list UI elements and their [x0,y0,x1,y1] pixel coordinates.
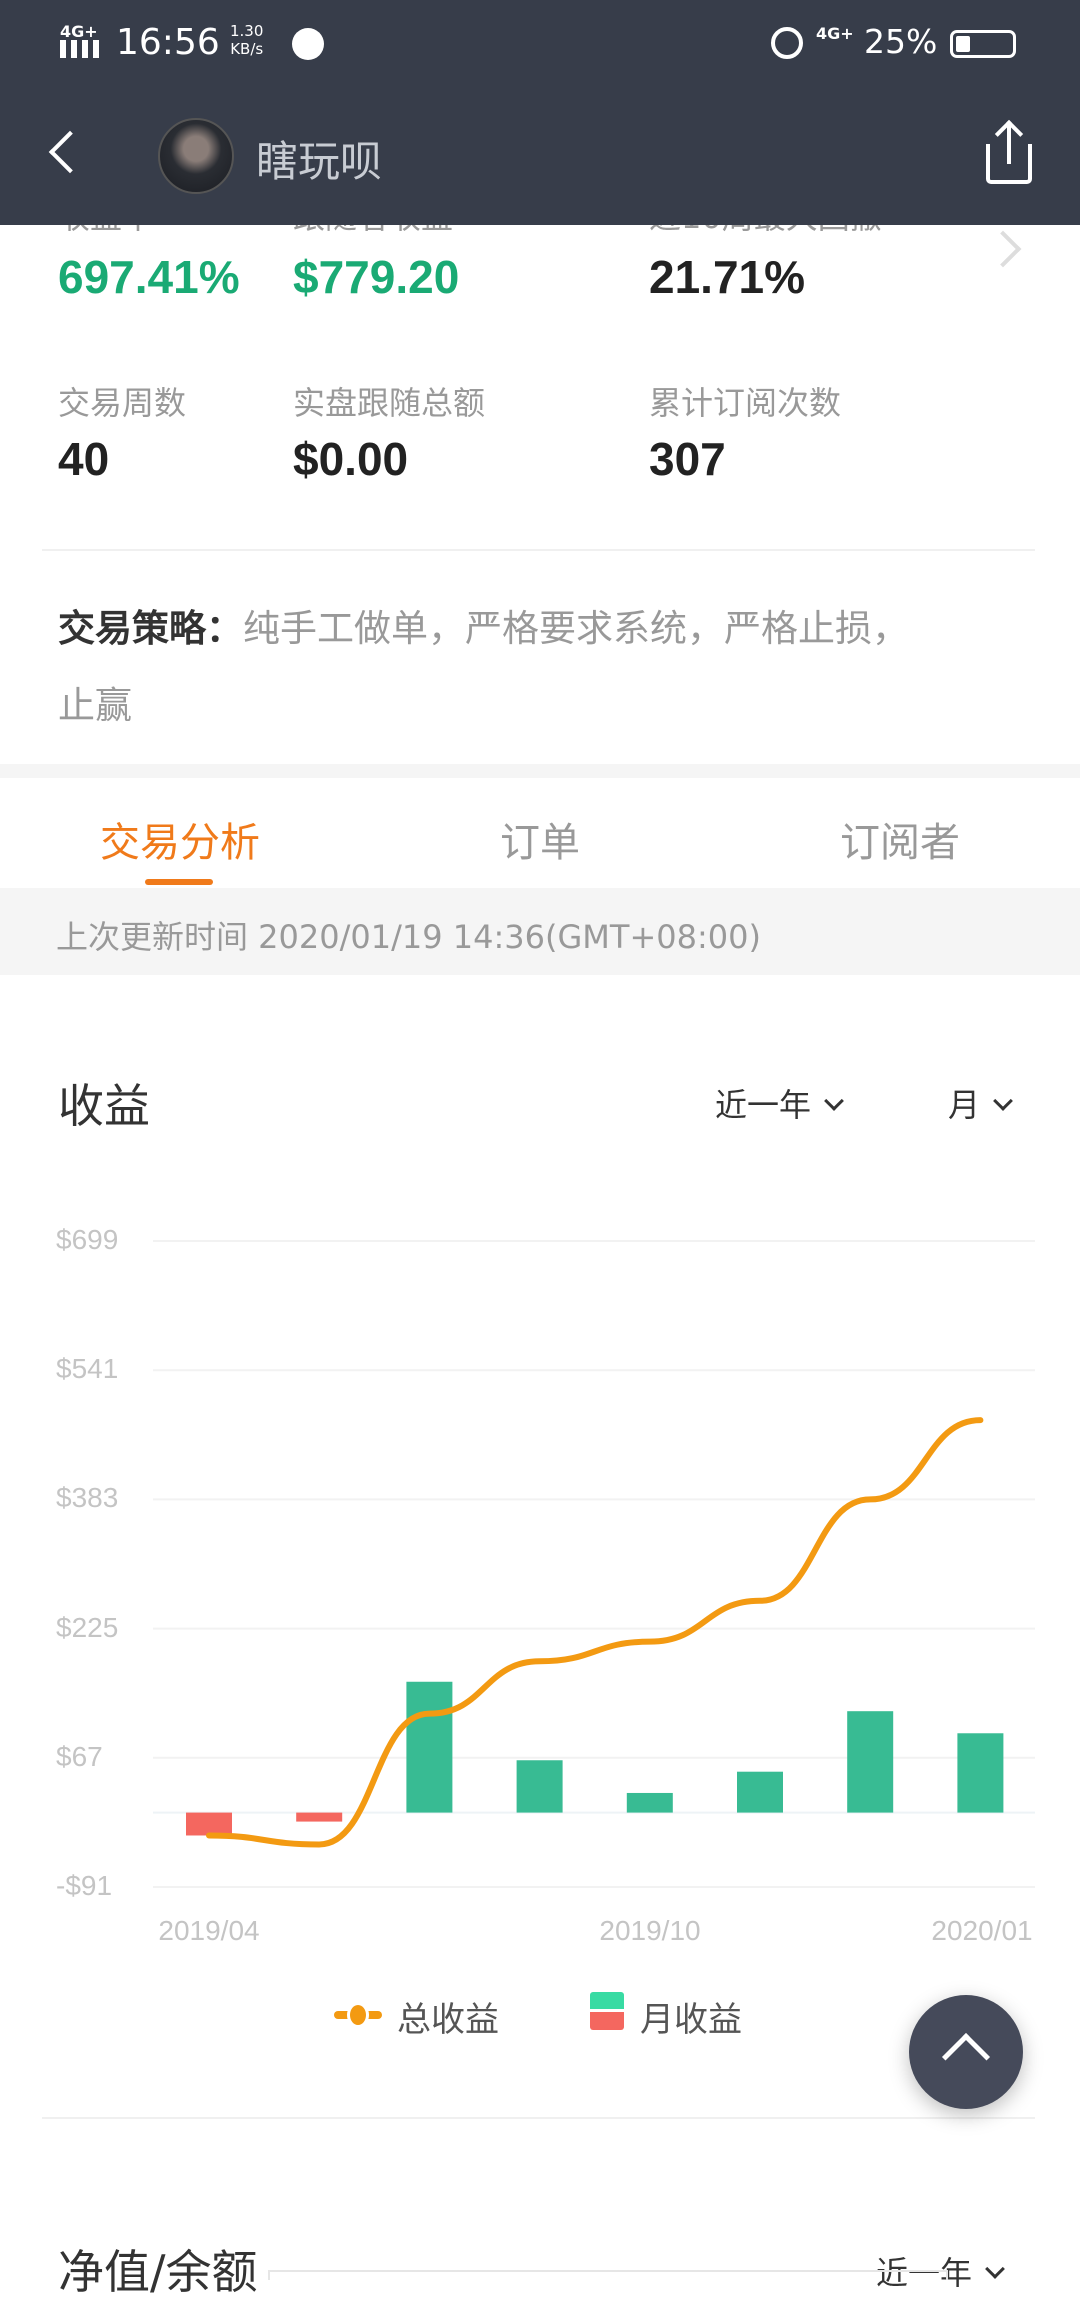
y-tick: -$91 [56,1870,113,1901]
stat-label: 累计订阅次数 [649,384,842,422]
scroll-top-button[interactable] [909,1995,1023,2109]
net-value-title: 净值/余额 [58,2245,258,2299]
x-tick: 2019/10 [599,1915,701,1946]
battery-percent: 25% [864,22,938,61]
profit-chart [153,1240,1035,1888]
strategy-label: 交易策略： [58,607,243,650]
bar [626,1792,673,1813]
bar [296,1812,343,1822]
stat-label: 交易周数 [58,384,187,422]
bar [957,1733,1004,1813]
chevron-down-icon [993,1091,1013,1111]
tab-strip-partial [268,2270,948,2280]
active-tab-indicator [145,879,213,885]
chevron-up-icon [941,2032,991,2082]
stat-label: 实盘跟随总额 [293,384,486,422]
signal-bars-icon [60,40,102,58]
x-tick: 2019/04 [158,1915,260,1946]
share-button[interactable] [982,118,1038,188]
bar-marker-icon [590,1992,624,2009]
y-tick: $67 [56,1740,103,1772]
chevron-down-icon [824,1091,844,1111]
tab-trade-analysis[interactable]: 交易分析 [100,810,260,868]
y-tick: $541 [56,1353,119,1385]
network-icon: 4G+ [816,24,854,43]
app-header: 4G+ 16:56 1.30 KB/s 4G+ 25% 瞎玩呗 [0,0,1080,225]
alarm-icon [771,27,803,59]
battery-icon [950,30,1016,58]
x-tick: 2020/01 [931,1915,1033,1946]
divider [42,2117,1035,2119]
chevron-right-icon[interactable] [984,230,1022,268]
bar [847,1711,894,1813]
chevron-down-icon [985,2259,1005,2279]
signal-icon: 4G+ [60,22,98,41]
stat-value-max-drawdown: 21.71% [649,251,806,303]
status-time: 16:56 [116,22,220,63]
update-time-bar: 上次更新时间 2020/01/19 14:36(GMT+08:00) [0,888,1080,975]
y-tick: $699 [56,1224,119,1255]
stat-value-return-rate: 697.41% [58,251,240,303]
chevron-left-icon [48,130,92,174]
y-tick: $225 [56,1611,119,1643]
bar [186,1812,232,1836]
back-button[interactable] [40,125,92,185]
page-title: 瞎玩呗 [256,137,383,186]
legend-label: 月收益 [640,2000,742,2040]
avatar[interactable] [158,118,234,194]
stat-value-follow-total: $0.00 [293,433,409,485]
bar [516,1760,563,1813]
tab-subscribers[interactable]: 订阅者 [840,810,960,868]
update-time: 上次更新时间 2020/01/19 14:36(GMT+08:00) [56,918,761,956]
stat-value-trade-weeks: 40 [58,433,110,485]
strategy-text-line2: 止赢 [58,684,132,727]
legend-label: 总收益 [397,2000,499,2040]
net-speed: 1.30 KB/s [230,22,264,58]
divider [42,549,1035,551]
stat-value-follower-profit: $779.20 [293,251,460,303]
section-gap [0,764,1080,778]
range-dropdown[interactable]: 近一年 [715,1080,844,1126]
period-dropdown[interactable]: 月 [948,1080,1013,1126]
strategy-text: 交易策略：纯手工做单，严格要求系统，严格止损， [58,607,909,650]
y-tick: $383 [56,1482,119,1514]
profit-title: 收益 [58,1079,150,1133]
stat-value-subscriptions: 307 [649,433,726,485]
bar [737,1771,783,1813]
speed-meter-icon [292,28,324,60]
bar [406,1681,453,1813]
tab-orders[interactable]: 订单 [500,810,580,868]
